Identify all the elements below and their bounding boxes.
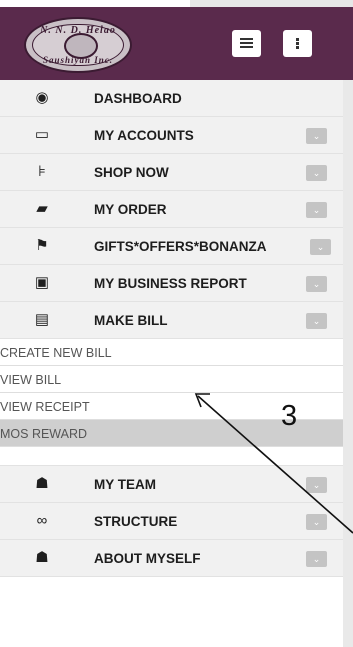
annotation-arrow-line <box>197 395 353 534</box>
app-window: N. N. D. Helao Saushiyan Inc. ◉ DASHBOAR… <box>0 0 353 647</box>
annotation-arrows <box>194 393 353 534</box>
annotation-number: 3 <box>281 400 298 432</box>
